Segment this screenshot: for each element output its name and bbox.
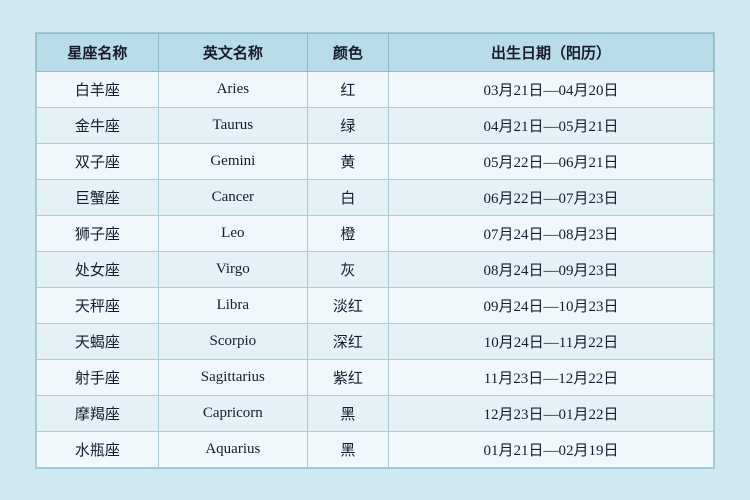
header-english-name: 英文名称 xyxy=(158,33,307,71)
cell-date: 12月23日—01月22日 xyxy=(389,395,714,431)
table-row: 天秤座Libra淡红09月24日—10月23日 xyxy=(37,287,714,323)
cell-english-name: Aries xyxy=(158,71,307,107)
cell-color: 黄 xyxy=(307,143,388,179)
cell-color: 绿 xyxy=(307,107,388,143)
cell-date: 01月21日—02月19日 xyxy=(389,431,714,467)
cell-color: 淡红 xyxy=(307,287,388,323)
cell-date: 05月22日—06月21日 xyxy=(389,143,714,179)
header-color: 颜色 xyxy=(307,33,388,71)
table-row: 金牛座Taurus绿04月21日—05月21日 xyxy=(37,107,714,143)
table-row: 狮子座Leo橙07月24日—08月23日 xyxy=(37,215,714,251)
cell-color: 白 xyxy=(307,179,388,215)
cell-chinese-name: 白羊座 xyxy=(37,71,159,107)
cell-date: 06月22日—07月23日 xyxy=(389,179,714,215)
cell-chinese-name: 巨蟹座 xyxy=(37,179,159,215)
cell-chinese-name: 处女座 xyxy=(37,251,159,287)
cell-english-name: Taurus xyxy=(158,107,307,143)
cell-chinese-name: 金牛座 xyxy=(37,107,159,143)
cell-english-name: Capricorn xyxy=(158,395,307,431)
cell-english-name: Aquarius xyxy=(158,431,307,467)
cell-english-name: Virgo xyxy=(158,251,307,287)
cell-date: 08月24日—09月23日 xyxy=(389,251,714,287)
cell-chinese-name: 狮子座 xyxy=(37,215,159,251)
cell-color: 橙 xyxy=(307,215,388,251)
cell-date: 11月23日—12月22日 xyxy=(389,359,714,395)
zodiac-table-container: 星座名称 英文名称 颜色 出生日期（阳历） 白羊座Aries红03月21日—04… xyxy=(35,32,715,469)
cell-english-name: Sagittarius xyxy=(158,359,307,395)
cell-color: 紫红 xyxy=(307,359,388,395)
table-row: 水瓶座Aquarius黑01月21日—02月19日 xyxy=(37,431,714,467)
cell-chinese-name: 双子座 xyxy=(37,143,159,179)
cell-chinese-name: 天秤座 xyxy=(37,287,159,323)
table-header-row: 星座名称 英文名称 颜色 出生日期（阳历） xyxy=(37,33,714,71)
cell-chinese-name: 天蝎座 xyxy=(37,323,159,359)
cell-date: 04月21日—05月21日 xyxy=(389,107,714,143)
cell-english-name: Gemini xyxy=(158,143,307,179)
cell-chinese-name: 射手座 xyxy=(37,359,159,395)
table-row: 射手座Sagittarius紫红11月23日—12月22日 xyxy=(37,359,714,395)
cell-english-name: Scorpio xyxy=(158,323,307,359)
table-row: 双子座Gemini黄05月22日—06月21日 xyxy=(37,143,714,179)
cell-color: 灰 xyxy=(307,251,388,287)
cell-english-name: Leo xyxy=(158,215,307,251)
zodiac-table: 星座名称 英文名称 颜色 出生日期（阳历） 白羊座Aries红03月21日—04… xyxy=(36,33,714,468)
cell-color: 黑 xyxy=(307,431,388,467)
cell-chinese-name: 摩羯座 xyxy=(37,395,159,431)
cell-date: 10月24日—11月22日 xyxy=(389,323,714,359)
table-row: 摩羯座Capricorn黑12月23日—01月22日 xyxy=(37,395,714,431)
cell-color: 红 xyxy=(307,71,388,107)
cell-date: 03月21日—04月20日 xyxy=(389,71,714,107)
header-date: 出生日期（阳历） xyxy=(389,33,714,71)
table-row: 天蝎座Scorpio深红10月24日—11月22日 xyxy=(37,323,714,359)
cell-date: 07月24日—08月23日 xyxy=(389,215,714,251)
cell-color: 黑 xyxy=(307,395,388,431)
cell-chinese-name: 水瓶座 xyxy=(37,431,159,467)
header-chinese-name: 星座名称 xyxy=(37,33,159,71)
cell-date: 09月24日—10月23日 xyxy=(389,287,714,323)
cell-color: 深红 xyxy=(307,323,388,359)
table-row: 白羊座Aries红03月21日—04月20日 xyxy=(37,71,714,107)
cell-english-name: Libra xyxy=(158,287,307,323)
table-row: 处女座Virgo灰08月24日—09月23日 xyxy=(37,251,714,287)
table-body: 白羊座Aries红03月21日—04月20日金牛座Taurus绿04月21日—0… xyxy=(37,71,714,467)
cell-english-name: Cancer xyxy=(158,179,307,215)
table-row: 巨蟹座Cancer白06月22日—07月23日 xyxy=(37,179,714,215)
